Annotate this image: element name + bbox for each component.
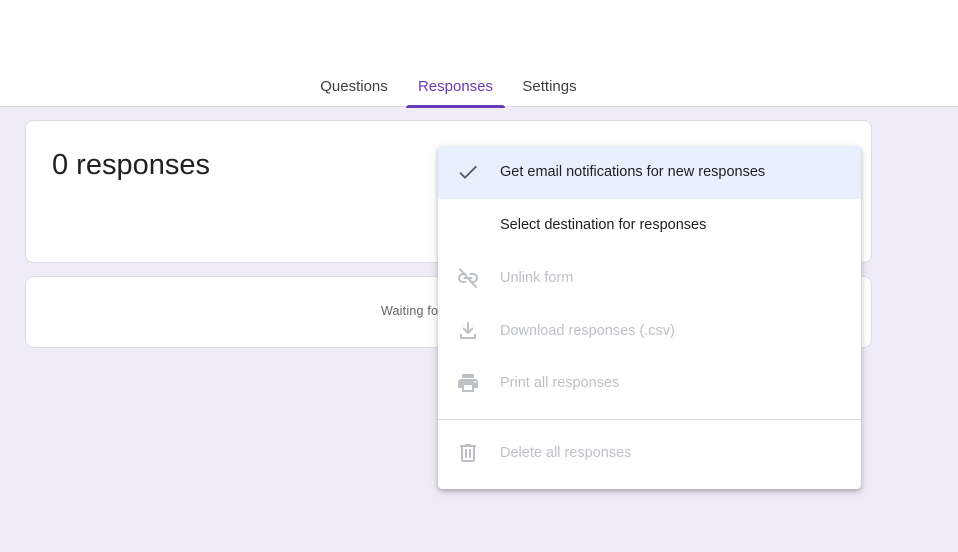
check-icon [459,165,477,179]
menu-item-label: Select destination for responses [500,217,707,233]
download-icon [460,322,476,339]
menu-item-unlink-form: Unlink form [438,252,861,305]
link-off-icon [458,268,478,288]
tab-settings-label: Settings [522,78,577,95]
menu-item-label: Unlink form [500,270,574,286]
form-header: Questions Responses Settings [0,0,958,108]
print-icon [458,374,478,392]
active-tab-indicator [406,105,505,108]
menu-divider [438,419,861,420]
tab-questions-label: Questions [320,78,388,95]
tab-settings[interactable]: Settings [520,78,579,107]
tab-responses-label: Responses [417,78,494,95]
menu-item-select-destination[interactable]: Select destination for responses [438,199,861,252]
menu-item-delete-responses: Delete all responses [438,427,861,480]
menu-item-label: Delete all responses [500,445,632,461]
tab-questions[interactable]: Questions [317,78,391,107]
menu-item-download-csv: Download responses (.csv) [438,305,861,358]
menu-item-email-notifications[interactable]: Get email notifications for new response… [438,146,861,199]
response-count: 0 responses [52,149,210,181]
waiting-message: Waiting fo [381,304,439,318]
menu-item-label: Download responses (.csv) [500,323,675,339]
menu-item-label: Get email notifications for new response… [500,164,766,180]
trash-icon [460,444,476,462]
tab-responses[interactable]: Responses [406,78,505,108]
responses-options-menu: Get email notifications for new response… [438,146,861,489]
menu-item-print-responses: Print all responses [438,357,861,410]
menu-item-label: Print all responses [500,375,620,391]
